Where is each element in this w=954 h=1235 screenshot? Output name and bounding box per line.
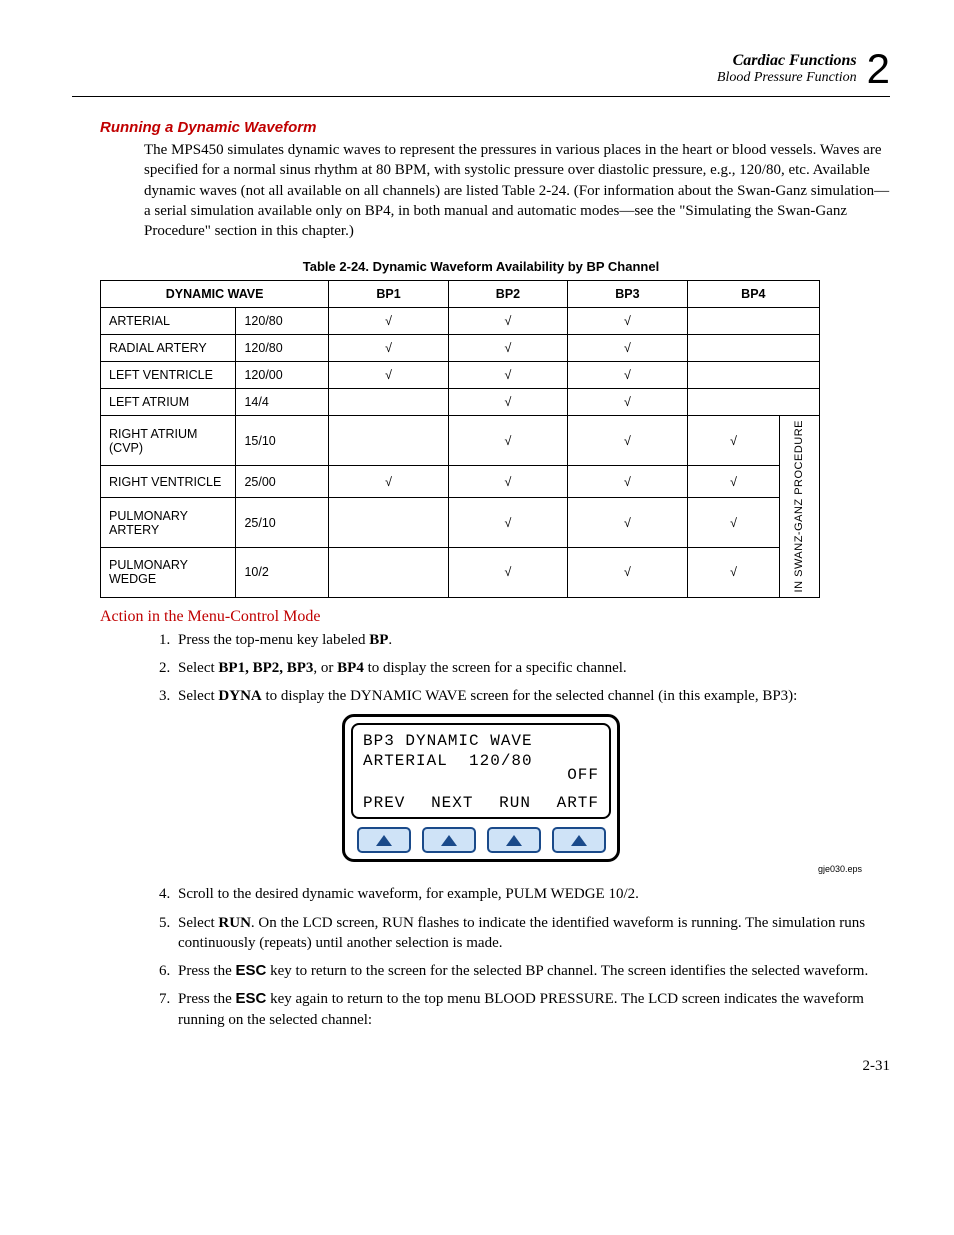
softkey-button — [552, 827, 606, 853]
lcd-line-1: BP3 DYNAMIC WAVE — [363, 731, 599, 751]
lcd-softkey-next: NEXT — [431, 793, 473, 813]
table-row: RIGHT ATRIUM (CVP) 15/10 √ √ √ IN SWANZ-… — [101, 416, 820, 466]
table-row: RADIAL ARTERY 120/80 √ √ √ — [101, 335, 820, 362]
up-triangle-icon — [376, 835, 392, 846]
table-row: ARTERIAL 120/80 √ √ √ — [101, 308, 820, 335]
table-row: LEFT ATRIUM 14/4 √ √ — [101, 389, 820, 416]
list-item: Press the ESC key to return to the scree… — [174, 961, 890, 981]
softkey-button — [422, 827, 476, 853]
list-item: Select BP1, BP2, BP3, or BP4 to display … — [174, 658, 890, 678]
page-number: 2-31 — [72, 1058, 890, 1075]
th-bp3: BP3 — [568, 281, 687, 308]
body-paragraph: The MPS450 simulates dynamic waves to re… — [144, 140, 890, 241]
lcd-softkey-prev: PREV — [363, 793, 405, 813]
softkey-button — [357, 827, 411, 853]
lcd-softkey-run: RUN — [499, 793, 531, 813]
list-item: Scroll to the desired dynamic waveform, … — [174, 884, 890, 904]
list-item: Select DYNA to display the DYNAMIC WAVE … — [174, 686, 890, 706]
th-bp2: BP2 — [448, 281, 567, 308]
table-row: PULMONARY WEDGE 10/2 √ √ √ — [101, 548, 820, 598]
header-title-sub: Blood Pressure Function — [717, 70, 857, 86]
waveform-table: DYNAMIC WAVE BP1 BP2 BP3 BP4 ARTERIAL 12… — [100, 280, 820, 597]
table-caption: Table 2-24. Dynamic Waveform Availabilit… — [72, 259, 890, 274]
steps-list: Press the top-menu key labeled BP. Selec… — [144, 630, 890, 707]
side-label: IN SWANZ-GANZ PROCEDURE — [780, 416, 820, 597]
lcd-softkey-artf: ARTF — [557, 793, 599, 813]
lcd-screen: BP3 DYNAMIC WAVE ARTERIAL 120/80 OFF PRE… — [351, 723, 611, 819]
header-title-main: Cardiac Functions — [717, 52, 857, 70]
list-item: Select RUN. On the LCD screen, RUN flash… — [174, 913, 890, 954]
list-item: Press the top-menu key labeled BP. — [174, 630, 890, 650]
list-item: Press the ESC key again to return to the… — [174, 989, 890, 1030]
lcd-figure: BP3 DYNAMIC WAVE ARTERIAL 120/80 OFF PRE… — [72, 714, 890, 862]
steps-list-cont: Scroll to the desired dynamic waveform, … — [144, 884, 890, 1030]
table-row: LEFT VENTRICLE 120/00 √ √ √ — [101, 362, 820, 389]
th-wave: DYNAMIC WAVE — [101, 281, 329, 308]
chapter-number: 2 — [867, 48, 890, 90]
up-triangle-icon — [506, 835, 522, 846]
figure-filename: gje030.eps — [72, 864, 862, 874]
header-rule — [72, 96, 890, 97]
subsection-heading: Action in the Menu-Control Mode — [100, 608, 890, 626]
th-bp1: BP1 — [329, 281, 448, 308]
softkey-button — [487, 827, 541, 853]
section-heading: Running a Dynamic Waveform — [100, 119, 890, 136]
table-row: RIGHT VENTRICLE 25/00 √ √ √ √ — [101, 465, 820, 498]
lcd-off: OFF — [567, 765, 599, 785]
table-row: PULMONARY ARTERY 25/10 √ √ √ — [101, 498, 820, 548]
lcd-line-2: ARTERIAL 120/80 — [363, 751, 599, 771]
up-triangle-icon — [571, 835, 587, 846]
up-triangle-icon — [441, 835, 457, 846]
page-header: Cardiac Functions Blood Pressure Functio… — [72, 48, 890, 90]
th-bp4: BP4 — [687, 281, 819, 308]
